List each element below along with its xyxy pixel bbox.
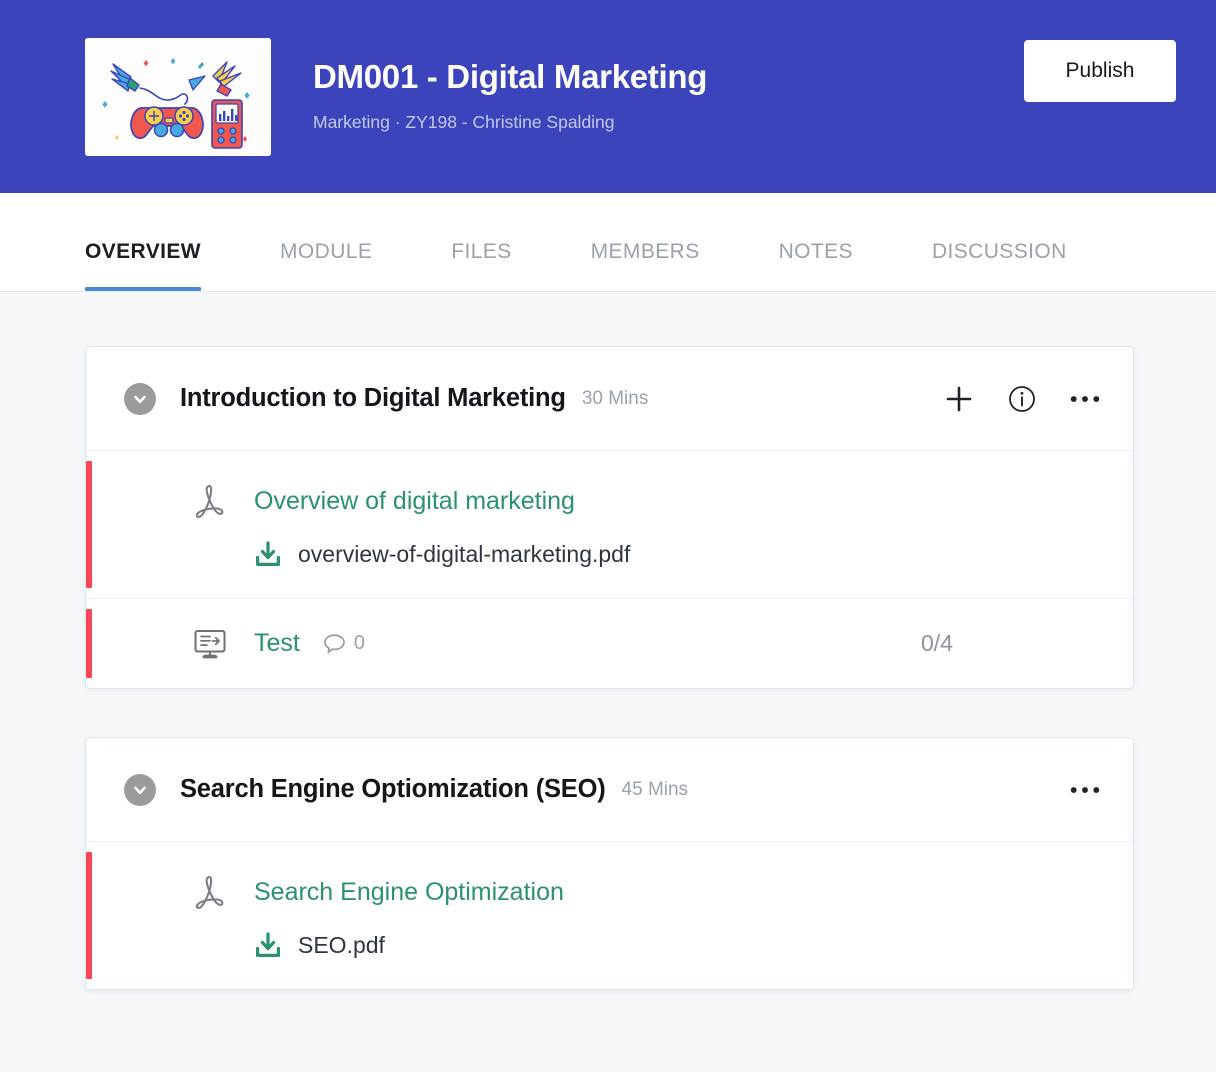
pdf-icon xyxy=(190,871,230,915)
lesson-status-bar xyxy=(86,461,92,588)
tab-files[interactable]: FILES xyxy=(451,240,511,291)
game-controller-illustration xyxy=(85,38,271,156)
comment-count[interactable]: 0 xyxy=(322,631,365,656)
module-actions xyxy=(1069,774,1101,806)
module-title: Search Engine Optiomization (SEO) xyxy=(180,775,606,804)
lesson-score: 0/4 xyxy=(921,630,1101,657)
course-thumbnail xyxy=(85,38,271,156)
lesson-row: Search Engine Optimization SEO.pdf xyxy=(86,842,1133,989)
chevron-down-icon[interactable] xyxy=(124,774,156,806)
add-icon[interactable] xyxy=(943,383,975,415)
lesson-attachment[interactable]: overview-of-digital-marketing.pdf xyxy=(254,540,1101,568)
module-list: Introduction to Digital Marketing 30 Min… xyxy=(0,292,1216,990)
tab-discussion[interactable]: DISCUSSION xyxy=(932,240,1067,291)
module-duration: 45 Mins xyxy=(622,779,689,801)
tab-bar: OVERVIEW MODULE FILES MEMBERS NOTES DISC… xyxy=(0,193,1216,292)
lesson-row: Overview of digital marketing overview-o… xyxy=(86,451,1133,599)
comment-icon xyxy=(322,631,347,656)
course-subtitle: Marketing · ZY198 - Christine Spalding xyxy=(313,112,1176,133)
test-monitor-icon xyxy=(190,622,230,666)
comment-count-value: 0 xyxy=(354,632,365,655)
info-icon[interactable] xyxy=(1006,383,1038,415)
lesson-title[interactable]: Test xyxy=(254,629,300,658)
lesson-attachment[interactable]: SEO.pdf xyxy=(254,931,1101,959)
attachment-filename: SEO.pdf xyxy=(298,932,385,959)
chevron-down-icon[interactable] xyxy=(124,383,156,415)
lesson-status-bar xyxy=(86,609,92,678)
module-card: Search Engine Optiomization (SEO) 45 Min… xyxy=(85,737,1134,990)
lesson-status-bar xyxy=(86,852,92,979)
lesson-title[interactable]: Overview of digital marketing xyxy=(254,487,575,516)
lesson-title[interactable]: Search Engine Optimization xyxy=(254,878,564,907)
attachment-filename: overview-of-digital-marketing.pdf xyxy=(298,541,630,568)
tab-module[interactable]: MODULE xyxy=(280,240,372,291)
more-options-icon[interactable] xyxy=(1069,383,1101,415)
publish-button[interactable]: Publish xyxy=(1024,40,1176,102)
tab-overview[interactable]: OVERVIEW xyxy=(85,240,201,291)
lesson-main: Test 0 0/4 xyxy=(192,629,1101,658)
module-duration: 30 Mins xyxy=(582,388,649,410)
module-actions xyxy=(943,383,1101,415)
lesson-main: Search Engine Optimization xyxy=(192,878,1101,907)
lesson-main: Overview of digital marketing xyxy=(192,487,1101,516)
module-card: Introduction to Digital Marketing 30 Min… xyxy=(85,346,1134,689)
lesson-row: Test 0 0/4 xyxy=(86,599,1133,688)
pdf-icon xyxy=(190,480,230,524)
download-icon xyxy=(254,931,282,959)
tab-notes[interactable]: NOTES xyxy=(779,240,853,291)
module-header: Search Engine Optiomization (SEO) 45 Min… xyxy=(86,738,1133,842)
module-header: Introduction to Digital Marketing 30 Min… xyxy=(86,347,1133,451)
tab-members[interactable]: MEMBERS xyxy=(591,240,700,291)
download-icon xyxy=(254,540,282,568)
module-title: Introduction to Digital Marketing xyxy=(180,384,566,413)
course-header: DM001 - Digital Marketing Marketing · ZY… xyxy=(0,0,1216,193)
more-options-icon[interactable] xyxy=(1069,774,1101,806)
